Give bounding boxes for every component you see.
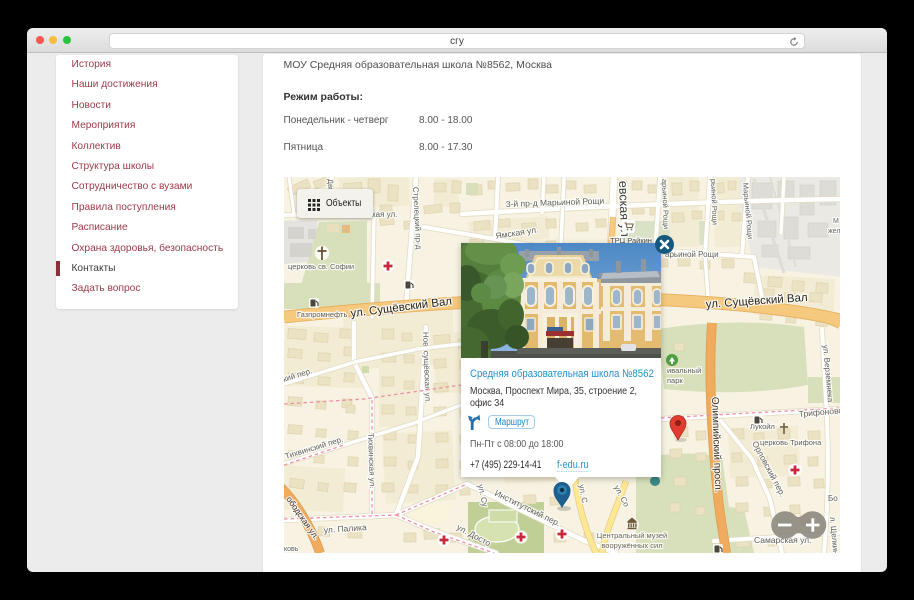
svg-text:Бо: Бо [828, 494, 838, 503]
svg-text:М: М [833, 218, 839, 225]
svg-text:кая ул.: кая ул. [372, 210, 397, 219]
svg-text:жел: жел [828, 228, 840, 235]
svg-text:парк: парк [667, 376, 683, 385]
svg-text:церковь Трифона: церковь Трифона [760, 438, 822, 447]
svg-text:вооружённых сил: вооружённых сил [601, 541, 662, 550]
svg-text:церковь св. Софии: церковь св. Софии [288, 262, 354, 271]
svg-text:ивальный: ивальный [667, 366, 701, 375]
svg-text:арьиной Рощи: арьиной Рощи [660, 179, 671, 230]
svg-text:ковь: ковь [284, 546, 299, 553]
svg-text:Газпромнефть: Газпромнефть [297, 310, 347, 319]
svg-text:Центральный музей: Центральный музей [597, 531, 667, 540]
svg-text:рьиной Рощи: рьиной Рощи [709, 179, 720, 225]
